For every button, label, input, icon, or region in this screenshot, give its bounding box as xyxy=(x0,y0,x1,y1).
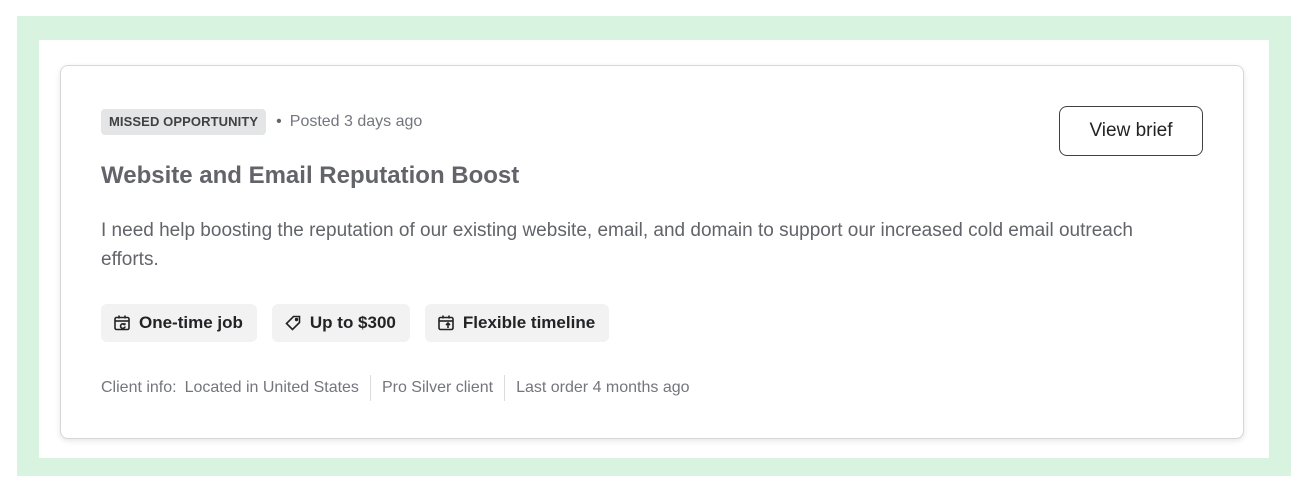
price-tag-icon xyxy=(285,315,301,331)
content-area: MISSED OPPORTUNITY • Posted 3 days ago V… xyxy=(39,40,1269,458)
tag-label: One-time job xyxy=(139,313,243,332)
job-tags: One-time job Up to $300 Flexible timelin… xyxy=(101,304,610,342)
separator-dot: • xyxy=(276,113,282,130)
tag-label: Flexible timeline xyxy=(462,313,596,332)
job-description: I need help boosting the reputation of o… xyxy=(101,220,1133,270)
job-title: Website and Email Reputation Boost xyxy=(101,162,520,189)
job-card: MISSED OPPORTUNITY • Posted 3 days ago V… xyxy=(60,65,1244,439)
posted-time: Posted 3 days ago xyxy=(289,113,423,130)
status-badge: MISSED OPPORTUNITY xyxy=(101,109,267,135)
calendar-flex-icon xyxy=(438,315,454,331)
tag-one-time-job: One-time job xyxy=(101,304,257,342)
client-info: Client info: Located in United States Pr… xyxy=(101,375,690,401)
tag-label: Up to $300 xyxy=(309,313,396,332)
tag-price: Up to $300 xyxy=(271,304,410,342)
calendar-repeat-icon xyxy=(114,315,130,331)
job-meta-row: MISSED OPPORTUNITY • Posted 3 days ago xyxy=(101,109,422,135)
view-brief-button[interactable]: View brief xyxy=(1059,106,1203,156)
divider xyxy=(504,375,506,401)
tag-timeline: Flexible timeline xyxy=(424,304,610,342)
highlight-frame: MISSED OPPORTUNITY • Posted 3 days ago V… xyxy=(17,16,1291,476)
client-info-label: Client info: xyxy=(101,379,177,396)
client-location: Located in United States xyxy=(184,379,359,396)
divider xyxy=(369,375,371,401)
client-tier: Pro Silver client xyxy=(381,379,494,396)
client-last-order: Last order 4 months ago xyxy=(516,379,690,396)
